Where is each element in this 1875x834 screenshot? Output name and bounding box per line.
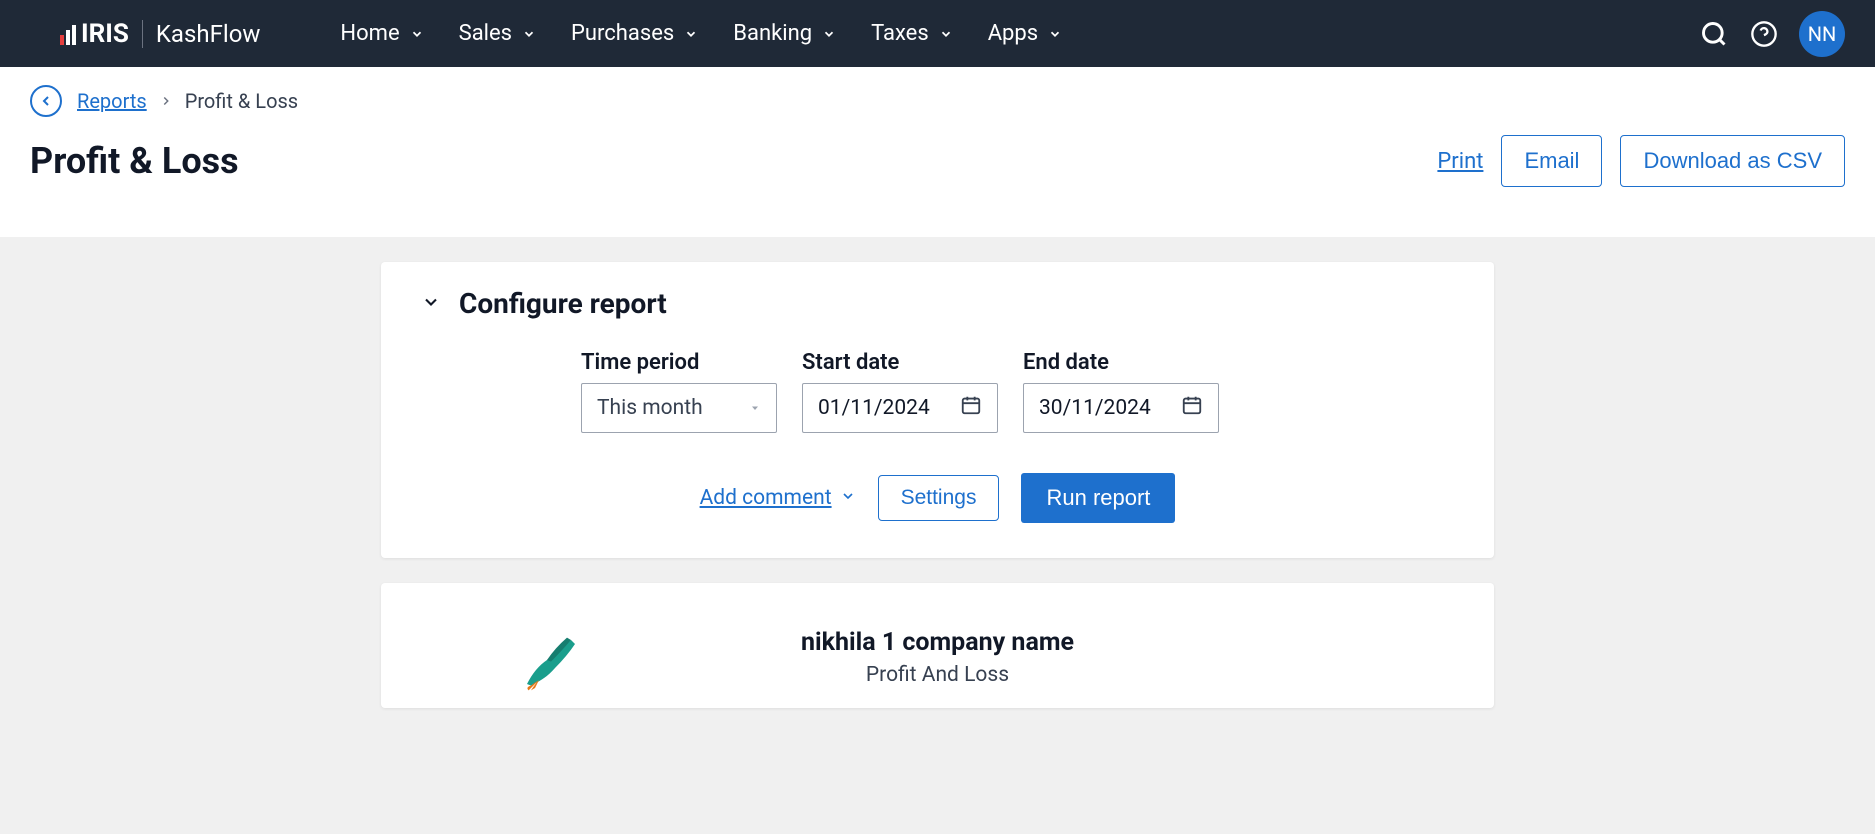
end-date-label: End date — [1023, 350, 1219, 375]
calendar-icon — [1181, 394, 1203, 422]
config-actions: Add comment Settings Run report — [421, 473, 1454, 523]
search-button[interactable] — [1699, 19, 1729, 49]
nav-purchases[interactable]: Purchases — [571, 21, 698, 46]
nav-label: Sales — [459, 21, 512, 46]
chevron-down-icon — [421, 292, 441, 316]
chevron-right-icon — [159, 94, 173, 108]
topnav-left: IRIS KashFlow Home Sales Purchases — [60, 19, 1062, 49]
time-period-label: Time period — [581, 350, 777, 375]
breadcrumb-link[interactable]: Reports — [77, 89, 147, 113]
chevron-left-icon — [38, 93, 54, 109]
brand-logo[interactable]: IRIS KashFlow — [60, 19, 260, 49]
page-title: Profit & Loss — [30, 140, 239, 182]
run-report-button[interactable]: Run report — [1021, 473, 1175, 523]
time-period-select[interactable]: This month — [581, 383, 777, 433]
back-button[interactable] — [30, 85, 62, 117]
configure-card: Configure report Time period This month … — [381, 262, 1494, 558]
time-period-value: This month — [597, 396, 703, 420]
page-header: Profit & Loss Print Email Download as CS… — [0, 117, 1875, 237]
bars-icon — [60, 23, 76, 45]
help-button[interactable] — [1749, 19, 1779, 49]
calendar-icon — [960, 394, 982, 422]
chevron-down-icon — [410, 27, 424, 41]
header-actions: Print Email Download as CSV — [1437, 135, 1845, 187]
chevron-down-icon — [822, 27, 836, 41]
start-date-value: 01/11/2024 — [818, 396, 930, 420]
fields-row: Time period This month Start date 01/11/… — [581, 350, 1454, 433]
nav-banking[interactable]: Banking — [733, 21, 836, 46]
top-nav: IRIS KashFlow Home Sales Purchases — [0, 0, 1875, 67]
brand-main: IRIS — [81, 19, 129, 49]
start-date-label: Start date — [802, 350, 998, 375]
nav-home[interactable]: Home — [340, 21, 423, 46]
time-period-field: Time period This month — [581, 350, 777, 433]
avatar[interactable]: NN — [1799, 11, 1845, 57]
breadcrumb-row: Reports Profit & Loss — [0, 67, 1875, 117]
nav-label: Apps — [988, 21, 1038, 46]
chevron-down-icon — [939, 27, 953, 41]
brand-divider — [142, 20, 143, 48]
breadcrumb: Reports Profit & Loss — [77, 89, 298, 113]
end-date-field: End date 30/11/2024 — [1023, 350, 1219, 433]
topnav-right: NN — [1699, 11, 1845, 57]
download-csv-button[interactable]: Download as CSV — [1620, 135, 1845, 187]
settings-button[interactable]: Settings — [878, 475, 1000, 521]
brand-sub: KashFlow — [156, 20, 261, 48]
report-card: nikhila 1 company name Profit And Loss — [381, 583, 1494, 708]
configure-title: Configure report — [459, 287, 667, 320]
content: Configure report Time period This month … — [0, 262, 1875, 708]
help-icon — [1750, 20, 1778, 48]
search-icon — [1700, 20, 1728, 48]
nav-label: Home — [340, 21, 399, 46]
report-name: Profit And Loss — [421, 663, 1454, 687]
configure-header[interactable]: Configure report — [421, 287, 1454, 320]
add-comment-link[interactable]: Add comment — [700, 486, 856, 510]
nav-label: Taxes — [871, 21, 929, 46]
caret-down-icon — [749, 396, 761, 420]
company-name: nikhila 1 company name — [421, 628, 1454, 657]
chevron-down-icon — [684, 27, 698, 41]
nav-sales[interactable]: Sales — [459, 21, 536, 46]
chevron-down-icon — [1048, 27, 1062, 41]
breadcrumb-current: Profit & Loss — [185, 89, 298, 113]
start-date-field: Start date 01/11/2024 — [802, 350, 998, 433]
end-date-value: 30/11/2024 — [1039, 396, 1151, 420]
add-comment-label: Add comment — [700, 486, 832, 510]
nav-items: Home Sales Purchases Banking — [340, 21, 1062, 46]
nav-taxes[interactable]: Taxes — [871, 21, 953, 46]
report-titles: nikhila 1 company name Profit And Loss — [421, 628, 1454, 687]
print-link[interactable]: Print — [1437, 149, 1483, 174]
email-button[interactable]: Email — [1501, 135, 1602, 187]
nav-label: Purchases — [571, 21, 674, 46]
start-date-input[interactable]: 01/11/2024 — [802, 383, 998, 433]
nav-label: Banking — [733, 21, 812, 46]
nav-apps[interactable]: Apps — [988, 21, 1062, 46]
chevron-down-icon — [840, 486, 856, 510]
end-date-input[interactable]: 30/11/2024 — [1023, 383, 1219, 433]
chevron-down-icon — [522, 27, 536, 41]
